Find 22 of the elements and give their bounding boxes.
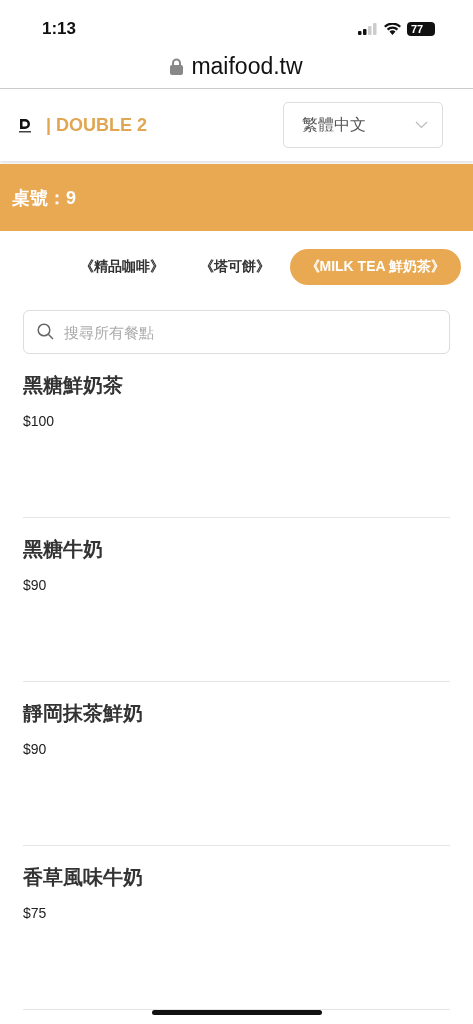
battery-indicator: 77 bbox=[407, 21, 435, 36]
brand-name: | DOUBLE 2 bbox=[46, 114, 148, 136]
item-price: $75 bbox=[23, 905, 48, 921]
wifi-icon bbox=[384, 22, 401, 35]
item-name[interactable]: 靜岡抹茶鮮奶 bbox=[23, 700, 450, 727]
item-price: $90 bbox=[23, 741, 48, 757]
language-select[interactable]: 繁體中文 bbox=[283, 102, 443, 148]
search-icon bbox=[37, 323, 54, 340]
item-price: $90 bbox=[23, 577, 48, 593]
item-name[interactable]: 黑糖牛奶 bbox=[23, 536, 450, 563]
signal-icon bbox=[358, 22, 378, 35]
table-number: 桌號：9 bbox=[12, 186, 76, 210]
lock-icon bbox=[170, 58, 184, 75]
category-tab[interactable]: 《塔可餅》 bbox=[183, 249, 286, 285]
search-field[interactable]: 搜尋所有餐點 bbox=[23, 310, 450, 354]
item-name[interactable]: 黑糖鮮奶茶 bbox=[23, 372, 450, 399]
status-time: 1:13 bbox=[42, 18, 77, 39]
category-tab[interactable]: 《精品咖啡》 bbox=[63, 249, 180, 285]
url-text[interactable]: maifood.tw bbox=[191, 53, 303, 80]
item-price: $100 bbox=[23, 413, 56, 429]
chevron-down-icon bbox=[415, 121, 428, 129]
item-name[interactable]: 香草風味牛奶 bbox=[23, 864, 450, 891]
